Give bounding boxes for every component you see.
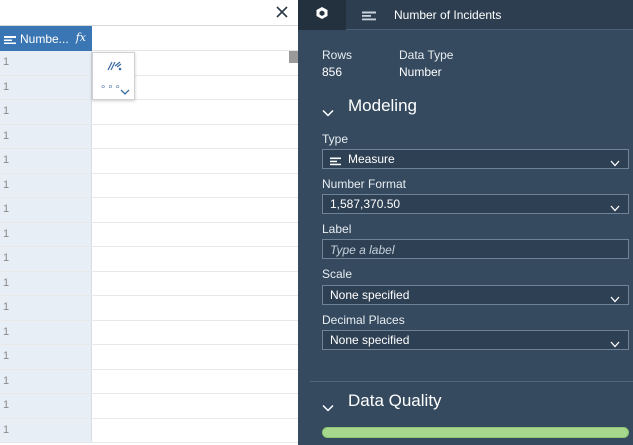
- cube-icon: [315, 6, 329, 25]
- table-row: 1: [0, 418, 298, 443]
- grid-rows: 1 1 1 1 1 1 1 1 1 1 1 1 1 1 1 1: [0, 51, 298, 445]
- measure-icon: [4, 34, 16, 44]
- table-row: 1: [0, 198, 298, 223]
- datatype-value: Number: [399, 65, 442, 79]
- measure-icon: [362, 10, 376, 21]
- modeling-section-toggle[interactable]: Modeling: [322, 96, 417, 117]
- measure-icon: [330, 155, 341, 165]
- panel-title: Number of Incidents: [362, 0, 501, 30]
- label-input[interactable]: Type a label: [322, 239, 629, 259]
- more-options-icon[interactable]: ∘∘∘: [100, 82, 122, 93]
- table-cell[interactable]: 1: [0, 173, 92, 197]
- table-cell[interactable]: 1: [0, 100, 92, 124]
- label-field-label: Label: [322, 222, 352, 236]
- datatype-label: Data Type: [399, 48, 454, 62]
- table-cell[interactable]: 1: [0, 369, 92, 393]
- column-action-popup: ∘∘∘: [92, 52, 135, 100]
- formula-bar[interactable]: [0, 0, 298, 26]
- table-row: 1: [0, 394, 298, 419]
- table-row: 1: [0, 75, 298, 100]
- table-row: 1: [0, 369, 298, 394]
- decimal-places-select[interactable]: None specified: [322, 330, 629, 350]
- formula-icon[interactable]: fx: [76, 31, 86, 44]
- table-row: 1: [0, 222, 298, 247]
- table-cell[interactable]: 1: [0, 198, 92, 222]
- settings-tab-button[interactable]: [298, 0, 346, 30]
- table-cell[interactable]: 1: [0, 418, 92, 442]
- table-row: 1: [0, 51, 298, 76]
- panel-title-text: Number of Incidents: [394, 8, 502, 22]
- table-cell[interactable]: 1: [0, 345, 92, 369]
- table-row: 1: [0, 124, 298, 149]
- table-row: 1: [0, 173, 298, 198]
- type-label: Type: [322, 132, 349, 146]
- table-cell[interactable]: 1: [0, 271, 92, 295]
- type-select-value: Measure: [348, 152, 395, 166]
- properties-panel: Number of Incidents Rows 856 Data Type N…: [298, 0, 633, 445]
- table-row: 1: [0, 100, 298, 125]
- section-divider: [310, 381, 633, 382]
- data-quality-bar[interactable]: [322, 427, 629, 438]
- table-cell[interactable]: 1: [0, 320, 92, 344]
- column-header-label: Numbe...: [20, 31, 69, 46]
- table-cell[interactable]: 1: [0, 222, 92, 246]
- table-cell[interactable]: 1: [0, 296, 92, 320]
- number-format-value: 1,587,370.50: [330, 197, 401, 211]
- data-quality-section-toggle[interactable]: Data Quality: [322, 391, 442, 412]
- grid-header: Numbe... fx: [0, 26, 298, 51]
- table-row: 1: [0, 271, 298, 296]
- smart-transform-icon[interactable]: [105, 59, 123, 73]
- close-icon[interactable]: [274, 4, 290, 20]
- type-select[interactable]: Measure: [322, 149, 629, 169]
- panel-header: Number of Incidents: [298, 0, 633, 30]
- decimal-places-label: Decimal Places: [322, 313, 405, 327]
- chevron-down-icon: [610, 156, 620, 167]
- modeling-title: Modeling: [348, 96, 417, 115]
- scale-value: None specified: [330, 288, 410, 302]
- table-cell[interactable]: 1: [0, 394, 92, 418]
- table-row: 1: [0, 345, 298, 370]
- table-cell[interactable]: 1: [0, 247, 92, 271]
- table-cell[interactable]: 1: [0, 51, 92, 75]
- chevron-down-icon: [610, 292, 620, 303]
- scrollbar-thumb[interactable]: [289, 51, 298, 63]
- chevron-down-icon: [322, 397, 334, 412]
- table-row: 1: [0, 296, 298, 321]
- decimal-places-value: None specified: [330, 333, 410, 347]
- data-quality-title: Data Quality: [348, 391, 442, 410]
- datatype-info: Data Type Number: [399, 48, 499, 79]
- chevron-down-icon: [610, 201, 620, 212]
- table-cell[interactable]: 1: [0, 75, 92, 99]
- table-row: 1: [0, 149, 298, 174]
- chevron-down-icon[interactable]: [120, 83, 130, 95]
- table-row: 1: [0, 247, 298, 272]
- table-cell[interactable]: 1: [0, 149, 92, 173]
- table-row: 1: [0, 320, 298, 345]
- table-cell[interactable]: 1: [0, 124, 92, 148]
- chevron-down-icon: [610, 337, 620, 348]
- column-header-number-of-incidents[interactable]: Numbe... fx: [0, 26, 92, 51]
- data-grid-pane: Numbe... fx 1 1 1 1 1 1 1 1 1 1 1 1 1 1 …: [0, 0, 298, 445]
- number-format-label: Number Format: [322, 177, 407, 191]
- chevron-down-icon: [322, 102, 334, 117]
- scale-label: Scale: [322, 267, 353, 281]
- scale-select[interactable]: None specified: [322, 285, 629, 305]
- number-format-select[interactable]: 1,587,370.50: [322, 194, 629, 214]
